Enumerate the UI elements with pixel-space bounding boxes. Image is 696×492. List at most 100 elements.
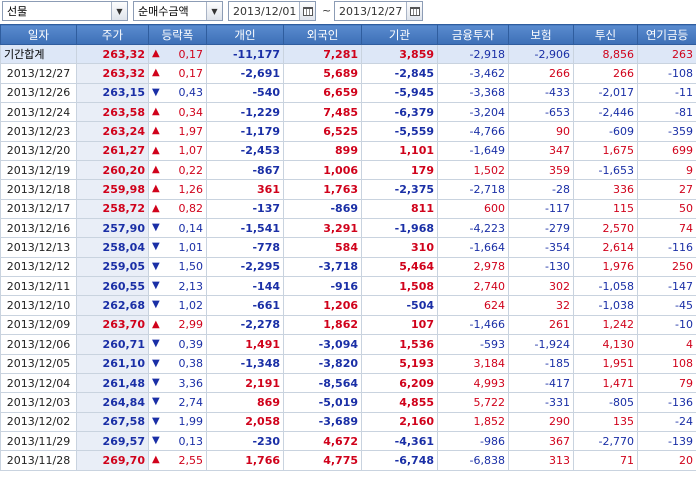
header-col-investment-trust[interactable]: 투신 <box>573 24 638 45</box>
cell-pension: 263 <box>637 43 696 65</box>
cell-change: ▼ 3,36 <box>148 372 207 394</box>
change-value: 0,34 <box>178 105 204 119</box>
cell-change: ▼ 2,74 <box>148 392 207 413</box>
calendar-icon[interactable] <box>406 2 422 20</box>
cell-financial-investment: -2,918 <box>437 43 509 65</box>
cell-price: 259,98 <box>76 179 149 200</box>
total-row[interactable]: 기간합계 263,32 ▲ 0,17 -11,177 7,281 3,859 -2,918 -2… <box>0 43 696 65</box>
cell-insurance: 32 <box>508 295 574 316</box>
cell-financial-investment: -4,766 <box>437 121 509 142</box>
header-col-insurance[interactable]: 보험 <box>508 24 574 45</box>
table-row[interactable]: 2013/11/28 269,70 ▲ 2,55 1,766 4,775 -6,748 -6,… <box>0 450 696 471</box>
cell-insurance: -2,906 <box>508 43 574 65</box>
cell-foreign: 3,291 <box>283 218 362 239</box>
cell-investment-trust: 1,471 <box>573 372 638 394</box>
table-row[interactable]: 2013/12/05 261,10 ▼ 0,38 -1,348 -3,820 5,193 3,… <box>0 353 696 374</box>
arrow-up-icon: ▲ <box>152 48 160 59</box>
table-row[interactable]: 2013/12/10 262,68 ▼ 1,02 -661 1,206 -504 624 32-… <box>0 295 696 316</box>
table-row[interactable]: 2013/12/02 267,58 ▼ 1,99 2,058 -3,689 2,160 1,8… <box>0 411 696 432</box>
table-row[interactable]: 2013/12/12 259,05 ▼ 1,50 -2,295 -3,718 5,464 2,… <box>0 256 696 278</box>
table-row[interactable]: 2013/12/20 261,27 ▲ 1,07 -2,453 899 1,101 -1,64… <box>0 140 696 162</box>
cell-insurance: 347 <box>508 140 574 162</box>
market-select[interactable]: 선물 ▼ <box>2 1 128 21</box>
change-value: 1,97 <box>178 125 204 139</box>
cell-change: ▲ 0,17 <box>148 63 207 84</box>
date-to-field[interactable]: 2013/12/27 <box>334 1 423 21</box>
header-col-date[interactable]: 일자 <box>0 24 77 45</box>
header-col-pension[interactable]: 연기금등 <box>637 24 696 45</box>
cell-individual: -230 <box>206 430 284 452</box>
cell-insurance: -653 <box>508 102 574 123</box>
cell-foreign: 1,862 <box>283 314 362 336</box>
table-row[interactable]: 2013/12/18 259,98 ▲ 1,26 361 1,763 -2,375 -2,71… <box>0 179 696 200</box>
cell-institution: 4,855 <box>361 392 438 413</box>
table-row[interactable]: 2013/12/06 260,71 ▼ 0,39 1,491 -3,094 1,536 -59… <box>0 334 696 355</box>
arrow-down-icon: ▼ <box>152 338 160 350</box>
cell-financial-investment: -6,838 <box>437 450 509 471</box>
cell-foreign: -8,564 <box>283 372 362 394</box>
date-from-field[interactable]: 2013/12/01 <box>228 1 316 21</box>
cell-individual: 1,766 <box>206 450 284 471</box>
table-row[interactable]: 2013/12/27 263,32 ▲ 0,17 -2,691 5,689 -2,845 -3… <box>0 63 696 84</box>
table-row[interactable]: 2013/11/29 269,57 ▼ 0,13 -230 4,672 -4,361 -986… <box>0 430 696 452</box>
arrow-down-icon: ▼ <box>152 376 160 388</box>
header-col-individual[interactable]: 개인 <box>206 24 284 45</box>
cell-change: ▲ 2,55 <box>148 450 207 471</box>
cell-foreign: -869 <box>283 198 362 220</box>
table-row[interactable]: 2013/12/19 260,20 ▲ 0,22 -867 1,006 179 1,502 35… <box>0 160 696 181</box>
cell-price: 269,70 <box>76 450 149 471</box>
cell-pension: 4 <box>637 334 696 355</box>
header-col-change[interactable]: 등락폭 <box>148 24 207 45</box>
table-row[interactable]: 2013/12/03 264,84 ▼ 2,74 869 -5,019 4,855 5,722… <box>0 392 696 413</box>
cell-institution: 5,464 <box>361 256 438 278</box>
cell-foreign: 6,525 <box>283 121 362 142</box>
table-row[interactable]: 2013/12/13 258,04 ▼ 1,01 -778 584 310 -1,664 -35… <box>0 237 696 258</box>
cell-insurance: -417 <box>508 372 574 394</box>
cell-pension: 108 <box>637 353 696 374</box>
cell-change: ▲ 0,82 <box>148 198 207 220</box>
cell-individual: 361 <box>206 179 284 200</box>
cell-insurance: 302 <box>508 276 574 297</box>
cell-change: ▼ 1,01 <box>148 237 207 258</box>
cell-individual: 2,191 <box>206 372 284 394</box>
chevron-down-icon[interactable]: ▼ <box>206 2 222 20</box>
table-row[interactable]: 2013/12/24 263,58 ▲ 0,34 -1,229 7,485 -6,379 -3… <box>0 102 696 123</box>
investor-trading-table: 일자 주가 등락폭 개인 외국인 기관 금융투자 보험 투신 연기금등 기간합계 263,32 ▲ 0,… <box>0 24 696 471</box>
table-row[interactable]: 2013/12/17 258,72 ▲ 0,82 -137 -869 811 600 -117 1… <box>0 198 696 220</box>
cell-investment-trust: -1,058 <box>573 276 638 297</box>
header-col-financial-investment[interactable]: 금융투자 <box>437 24 509 45</box>
cell-individual: -867 <box>206 160 284 181</box>
cell-institution: -504 <box>361 295 438 316</box>
cell-pension: 27 <box>637 179 696 200</box>
change-value: 0,17 <box>178 67 204 81</box>
calendar-icon[interactable] <box>299 2 315 20</box>
table-row[interactable]: 2013/12/23 263,24 ▲ 1,97 -1,179 6,525 -5,559 -4… <box>0 121 696 142</box>
cell-date: 2013/12/11 <box>0 276 77 297</box>
cell-date: 2013/12/10 <box>0 295 77 316</box>
table-body: 기간합계 263,32 ▲ 0,17 -11,177 7,281 3,859 -2,918 -2… <box>0 43 696 471</box>
cell-foreign: 7,281 <box>283 43 362 65</box>
chevron-down-icon[interactable]: ▼ <box>111 2 127 20</box>
cell-change: ▼ 0,14 <box>148 218 207 239</box>
cell-investment-trust: 1,976 <box>573 256 638 278</box>
cell-date: 2013/12/27 <box>0 63 77 84</box>
cell-change: ▲ 1,26 <box>148 179 207 200</box>
cell-investment-trust: 115 <box>573 198 638 220</box>
table-row[interactable]: 2013/12/09 263,70 ▲ 2,99 -2,278 1,862 107 -1,46… <box>0 314 696 336</box>
header-col-price[interactable]: 주가 <box>76 24 149 45</box>
cell-institution: -1,968 <box>361 218 438 239</box>
cell-foreign: -3,689 <box>283 411 362 432</box>
table-row[interactable]: 2013/12/16 257,90 ▼ 0,14 -1,541 3,291 -1,968 -4… <box>0 218 696 239</box>
table-row[interactable]: 2013/12/11 260,55 ▼ 2,13 -144 -916 1,508 2,740 3… <box>0 276 696 297</box>
metric-select[interactable]: 순매수금액 ▼ <box>133 1 223 21</box>
table-row[interactable]: 2013/12/04 261,48 ▼ 3,36 2,191 -8,564 6,209 4,9… <box>0 372 696 394</box>
arrow-down-icon: ▼ <box>152 86 160 98</box>
cell-insurance: 90 <box>508 121 574 142</box>
header-col-institution[interactable]: 기관 <box>361 24 438 45</box>
cell-pension: -108 <box>637 63 696 84</box>
table-row[interactable]: 2013/12/26 263,15 ▼ 0,43 -540 6,659 -5,945 -3,3… <box>0 82 696 104</box>
date-from-value: 2013/12/01 <box>233 4 297 18</box>
arrow-up-icon: ▲ <box>152 67 160 79</box>
cell-change: ▲ 0,34 <box>148 102 207 123</box>
header-col-foreign[interactable]: 외국인 <box>283 24 362 45</box>
